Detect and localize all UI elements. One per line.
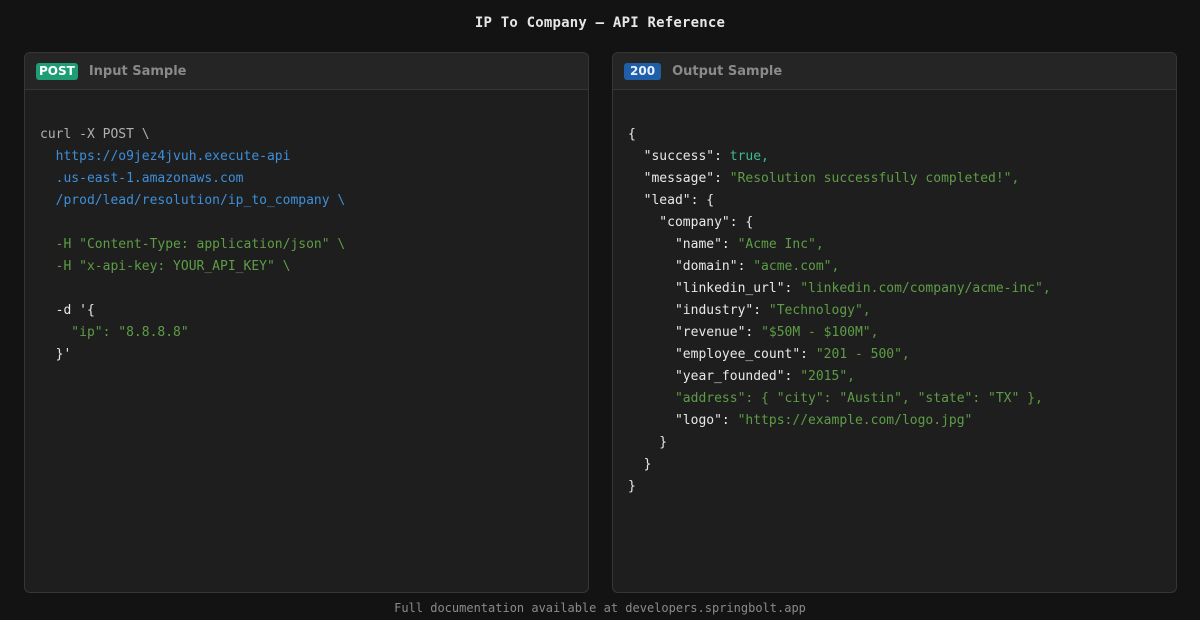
json-line: } [628, 479, 636, 494]
json-key: "year_founded": [628, 369, 801, 384]
status-code-badge: 200 [624, 62, 662, 80]
json-key: "name": [628, 237, 738, 252]
json-value: "Technology", [768, 303, 871, 318]
footer-note: Full documentation available at develope… [394, 601, 806, 615]
json-line: "employee_count": "201 - 500", [628, 344, 1161, 366]
code-line-header: -H "Content-Type: application/json" \ [40, 237, 346, 252]
input-panel-header: POST Input Sample [25, 53, 588, 90]
output-panel-header: 200 Output Sample [613, 53, 1176, 90]
code-line-url: .us-east-1.amazonaws.com [40, 171, 244, 186]
code-line-url: /prod/lead/resolution/ip_to_company \ [40, 193, 346, 208]
json-key: "success": [628, 149, 730, 164]
code-line: }' [40, 347, 72, 362]
json-key: "linkedin_url": [628, 281, 801, 296]
code-line-url: https://o9jez4jvuh.execute-api [40, 149, 291, 164]
json-value: true, [729, 149, 769, 164]
input-code-block[interactable]: curl -X POST \ https://o9jez4jvuh.execut… [25, 90, 588, 422]
json-value: "$50M - $100M", [761, 325, 879, 340]
json-value: "linkedin.com/company/acme-inc", [800, 281, 1051, 296]
input-panel-label: Input Sample [88, 63, 187, 79]
json-key: "message": [628, 171, 730, 186]
json-line: "domain": "acme.com", [628, 256, 1161, 278]
json-line: } [628, 457, 652, 472]
json-key: "industry": [628, 303, 769, 318]
json-value: "201 - 500", [815, 347, 910, 362]
json-line: "industry": "Technology", [628, 300, 1161, 322]
json-line: "year_founded": "2015", [628, 366, 1161, 388]
code-line-body: "ip": "8.8.8.8" [40, 325, 189, 340]
json-line: "success": true, [628, 146, 1161, 168]
json-key: "employee_count": [628, 347, 816, 362]
json-value: "Acme Inc", [737, 237, 824, 252]
json-line: "lead": { [628, 193, 715, 208]
json-value: "2015", [800, 369, 855, 384]
json-key: "logo": [628, 413, 738, 428]
json-key: "domain": [628, 259, 754, 274]
json-line-address: "address": { "city": "Austin", "state": … [628, 391, 1043, 406]
page-title: IP To Company — API Reference [474, 15, 726, 31]
json-line: "message": "Resolution successfully comp… [628, 168, 1161, 190]
code-line: -d '{ [40, 303, 95, 318]
json-line: { [628, 127, 636, 142]
json-line: "company": { [628, 215, 754, 230]
json-key: "revenue": [628, 325, 762, 340]
output-panel-label: Output Sample [672, 63, 783, 79]
json-line: "logo": "https://example.com/logo.jpg" [628, 410, 1161, 432]
post-method-badge: POST [36, 62, 78, 80]
json-value: "Resolution successfully completed!", [729, 171, 1020, 186]
json-value: "https://example.com/logo.jpg" [737, 413, 973, 428]
json-value: "acme.com", [753, 259, 840, 274]
json-line: } [628, 435, 668, 450]
code-line-header: -H "x-api-key: YOUR_API_KEY" \ [40, 259, 291, 274]
output-sample-panel: 200 Output Sample { "success": true, "me… [612, 52, 1177, 593]
code-line: curl -X POST \ [40, 127, 150, 142]
output-code-block[interactable]: { "success": true, "message": "Resolutio… [613, 90, 1176, 554]
json-line: "linkedin_url": "linkedin.com/company/ac… [628, 278, 1161, 300]
json-line: "revenue": "$50M - $100M", [628, 322, 1161, 344]
json-line: "name": "Acme Inc", [628, 234, 1161, 256]
input-sample-panel: POST Input Sample curl -X POST \ https:/… [24, 52, 589, 593]
